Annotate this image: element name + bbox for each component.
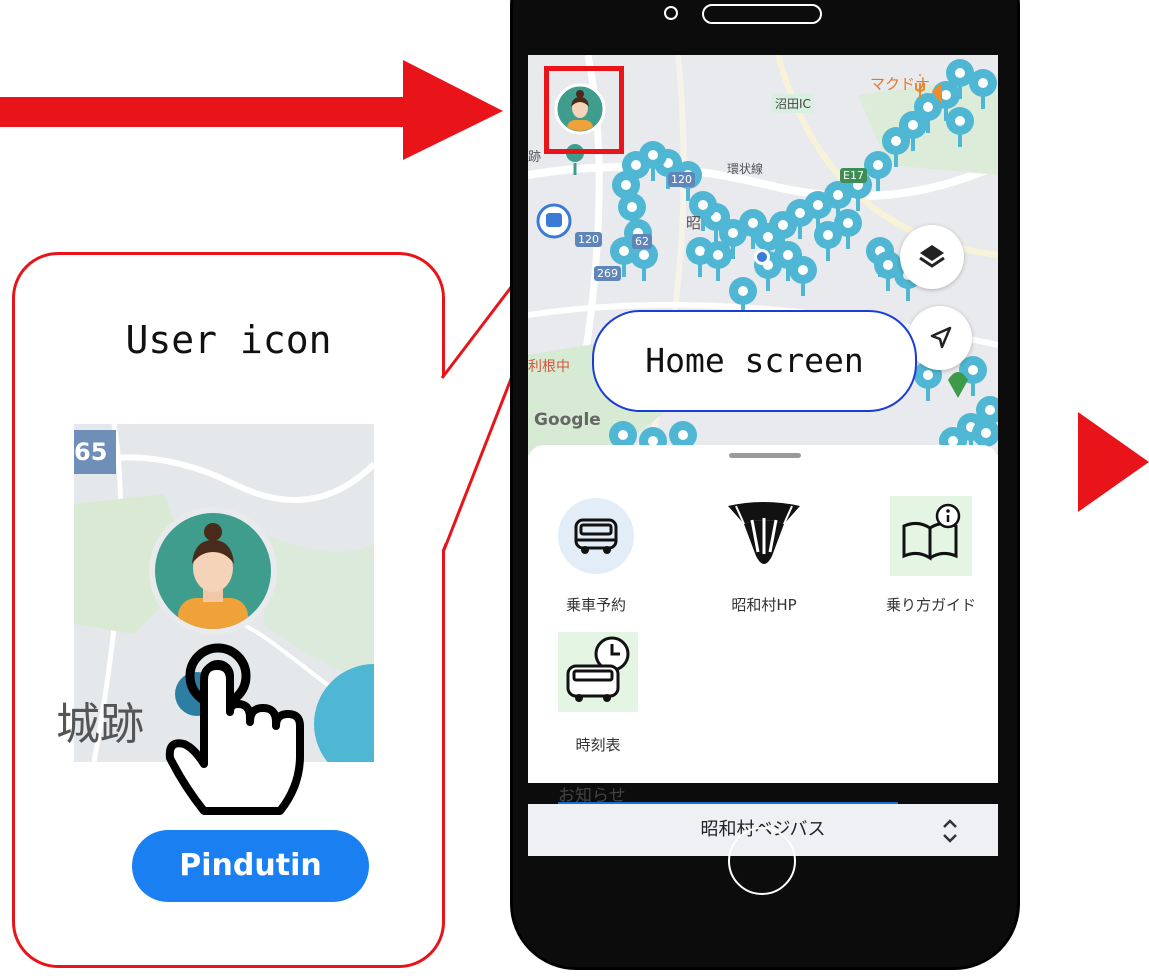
- grid-label-village-hp: 昭和村HP: [731, 596, 797, 614]
- map-label-showa: 昭: [686, 214, 702, 232]
- layers-button[interactable]: [900, 225, 964, 289]
- map-label-kanjosen: 環状線: [727, 162, 764, 176]
- grid-label-guide: 乗り方ガイド: [885, 596, 976, 614]
- map-label-seki: 跡: [528, 150, 542, 165]
- speaker-grille: [702, 4, 822, 24]
- chevron-up-down-icon[interactable]: [938, 816, 962, 846]
- route-badge: 65: [74, 430, 116, 474]
- route-badge-e17: E17: [840, 168, 867, 183]
- guide-book-icon: [890, 496, 972, 576]
- tap-button[interactable]: Pindutin: [132, 830, 369, 902]
- navigation-arrow-icon: [930, 326, 952, 349]
- map-place-label: 城跡: [56, 699, 144, 750]
- pointing-hand-icon: [165, 643, 304, 815]
- google-logo: Google: [534, 410, 601, 430]
- grid-item-timetable[interactable]: [558, 632, 638, 712]
- map-label-mcdonalds: マクドナ: [870, 75, 931, 93]
- grid-item-guide[interactable]: [890, 496, 972, 576]
- callout-title: User icon: [125, 318, 332, 362]
- grid-label-timetable: 時刻表: [575, 736, 621, 754]
- my-location-button[interactable]: [908, 306, 972, 370]
- route-badge-62: 62: [632, 234, 652, 249]
- bus-icon: [558, 498, 634, 574]
- route-badge-120b: 120: [575, 232, 602, 247]
- user-icon-highlight: [544, 66, 624, 154]
- camera-icon: [664, 6, 678, 20]
- village-logo-icon: [728, 502, 800, 564]
- route-badge-120a: 120: [668, 172, 695, 187]
- map-label-tonechu: 利根中: [528, 359, 570, 375]
- user-avatar-large-icon[interactable]: [148, 506, 278, 636]
- phone-home-button[interactable]: [728, 827, 796, 895]
- next-arrow-icon: [1078, 412, 1149, 512]
- layers-icon: [919, 245, 945, 268]
- map-label-numata-ic: 沼田IC: [772, 94, 814, 113]
- route-badge-269: 269: [594, 266, 621, 281]
- timetable-bus-icon: [558, 632, 638, 712]
- grid-item-village-hp[interactable]: [722, 494, 806, 578]
- sheet-drag-handle[interactable]: [729, 453, 801, 458]
- grid-label-reservation: 乗車予約: [565, 596, 626, 614]
- pointer-arrow-right: [0, 60, 503, 160]
- home-screen-callout: Home screen: [592, 310, 917, 412]
